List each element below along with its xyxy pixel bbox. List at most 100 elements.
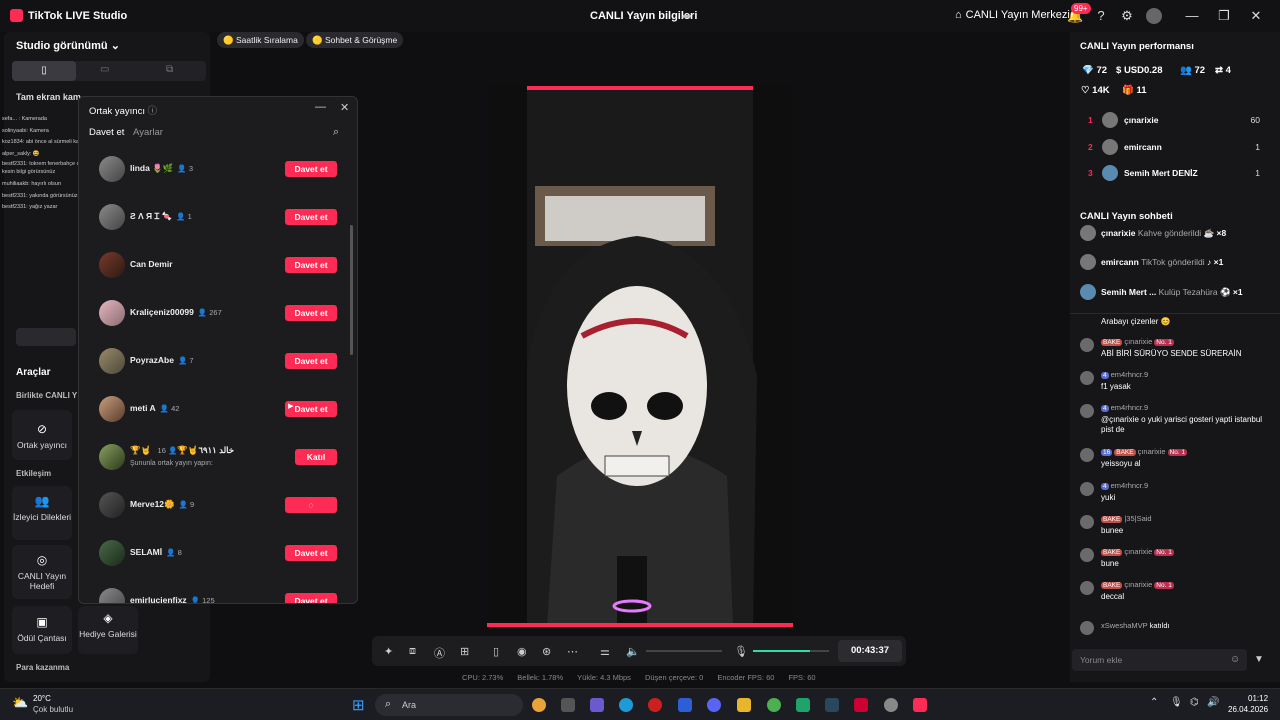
taskbar-search[interactable]: ⌕ Ara <box>375 694 523 716</box>
mic-tray-icon[interactable]: 🎙 <box>1170 697 1183 708</box>
effects-icon[interactable]: ⧈ <box>409 645 416 658</box>
message-user: 4 em4rhncr.9 <box>1101 370 1148 379</box>
minimize-icon[interactable]: — <box>1184 8 1200 24</box>
discord-icon[interactable] <box>707 698 721 712</box>
ranking-row[interactable]: 1 çınarixie 60 <box>1088 112 1260 128</box>
invite-button[interactable]: Davet et <box>285 209 337 225</box>
avatar <box>99 444 125 470</box>
co-host-tool[interactable]: ⊘ Ortak yayıncı <box>12 410 72 460</box>
fan-badge: BAKE <box>1101 582 1123 589</box>
encoder-fps-stat: Encoder FPS: 60 <box>717 673 775 682</box>
more-icon[interactable]: ⋯ <box>567 645 578 658</box>
close-icon[interactable]: ✕ <box>1248 8 1264 24</box>
invite-button[interactable]: Davet et <box>285 257 337 273</box>
maximize-icon[interactable]: ❐ <box>1216 8 1232 24</box>
whatsapp-icon[interactable] <box>796 698 810 712</box>
chrome-icon[interactable] <box>532 698 546 712</box>
volume-tray-icon[interactable]: 🔊 <box>1207 697 1219 708</box>
spinner-icon: ◌ <box>308 500 314 510</box>
mixer-icon[interactable]: ⚌ <box>600 645 610 658</box>
message-user: BAKE |35|Said <box>1101 514 1152 523</box>
ai-icon[interactable]: Ⓐ <box>434 645 445 661</box>
invite-button[interactable]: Davet et <box>285 305 337 321</box>
people-icon: 👥 <box>34 494 50 508</box>
portrait-mode-button[interactable]: ▯ <box>12 61 76 81</box>
hourly-ranking-label: Saatlik Sıralama <box>235 35 298 45</box>
share-icon[interactable]: ➦ <box>682 9 692 23</box>
filter-icon[interactable]: ▼ <box>1254 654 1264 665</box>
list-item: Kraliçeniz00099 👤 267 Davet et <box>99 298 339 328</box>
microphone-icon[interactable]: 🎙 <box>734 645 748 658</box>
mail-icon[interactable] <box>678 698 692 712</box>
avatar <box>1102 139 1118 155</box>
chat-meet-chip[interactable]: 🟡 Sohbet & Görüşme <box>306 32 404 48</box>
reward-bag-tool[interactable]: ▣ Ödül Çantası <box>12 606 72 654</box>
loading-button[interactable]: ◌ <box>285 497 337 513</box>
search-icon[interactable]: ⌕ <box>333 126 339 139</box>
invite-button[interactable]: Davet et <box>285 545 337 561</box>
studio-view-dropdown[interactable]: Studio görünümü ⌄ <box>16 39 120 52</box>
magic-wand-icon[interactable]: ✦ <box>384 645 393 658</box>
follower-count: 👤 9 <box>178 500 195 509</box>
minimize-dialog-icon[interactable]: — <box>315 101 326 113</box>
avatar <box>1080 581 1094 595</box>
windows-start-icon[interactable]: ⊞ <box>352 696 365 714</box>
add-source-icon[interactable]: ⊞ <box>460 645 469 658</box>
files-icon[interactable] <box>561 698 575 712</box>
fan-badge: BAKE <box>1101 549 1123 556</box>
chrome-alt-icon[interactable] <box>767 698 781 712</box>
ranking-row[interactable]: 2 emircann 1 <box>1088 139 1260 155</box>
gift-text: emircann TikTok gönderildi ♪ ×1 <box>1101 257 1223 267</box>
hourly-ranking-chip[interactable]: 🟡 Saatlik Sıralama <box>217 32 304 48</box>
info-icon[interactable]: ⓘ <box>148 106 158 117</box>
obs-icon[interactable] <box>884 698 898 712</box>
coffee-gift-icon: ☕ <box>1203 228 1215 238</box>
speaker-volume-slider[interactable] <box>646 650 722 652</box>
tab-invite[interactable]: Davet et <box>89 127 124 138</box>
edge-icon[interactable] <box>619 698 633 712</box>
gift-count: ×1 <box>1232 287 1243 297</box>
live-goal-tool[interactable]: ◎ CANLI Yayın Hedefi <box>12 545 72 599</box>
scrollbar[interactable] <box>350 225 353 355</box>
steam-icon[interactable] <box>825 698 839 712</box>
message-username: çınarixie <box>1124 547 1153 556</box>
speaker-icon[interactable]: 🔈 <box>626 645 640 658</box>
message-username: em4rhncr.9 <box>1110 403 1149 412</box>
chevron-up-icon[interactable]: ⌃ <box>1150 697 1158 708</box>
capture-icon[interactable]: ⊛ <box>542 645 551 658</box>
invite-button[interactable]: Davet et <box>285 593 337 603</box>
invite-button[interactable]: Davet et <box>285 353 337 369</box>
opera-icon[interactable] <box>648 698 662 712</box>
viewer-requests-tool[interactable]: 👥 İzleyici Dilekleri <box>12 486 72 540</box>
join-button[interactable]: Katıl <box>295 449 337 465</box>
avatar <box>1080 621 1094 635</box>
landscape-mode-icon[interactable]: ▭ <box>100 64 109 75</box>
avatar[interactable] <box>1146 8 1162 24</box>
record-icon[interactable]: ◉ <box>517 645 527 658</box>
invite-button[interactable]: Davet et <box>285 161 337 177</box>
message-text: yeissoyu al <box>1101 459 1141 468</box>
network-icon[interactable]: ⌬ <box>1190 697 1199 708</box>
folder-icon[interactable] <box>737 698 751 712</box>
live-center-link[interactable]: ⌂ CANLI Yayın Merkezi <box>955 9 1070 21</box>
message-username: xSweshaMVP <box>1101 621 1148 630</box>
mic-volume-slider[interactable] <box>753 650 829 652</box>
close-dialog-icon[interactable]: ✕ <box>340 101 349 114</box>
follower-count-value: 7 <box>189 356 194 365</box>
media-icon[interactable] <box>854 698 868 712</box>
gear-icon[interactable]: ⚙ <box>1119 8 1135 24</box>
help-icon[interactable]: ? <box>1093 8 1109 24</box>
phone-icon[interactable]: ▯ <box>493 645 499 658</box>
gift-gallery-tool[interactable]: ◈ Hediye Galerisi <box>78 606 138 654</box>
ranking-row[interactable]: 3 Semih Mert DENİZ 1 <box>1088 165 1260 181</box>
co-host-label: Ortak yayıncı <box>16 440 68 450</box>
emoji-icon[interactable]: ☺ <box>1230 654 1240 665</box>
comment-input[interactable]: Yorum ekle <box>1072 649 1247 671</box>
dual-mode-icon[interactable]: ⧉ <box>166 64 173 75</box>
tiktok-studio-icon[interactable] <box>913 698 927 712</box>
tab-settings[interactable]: Ayarlar <box>133 127 163 138</box>
user-name: Can Demir <box>130 259 173 269</box>
user-name-text: SELAMİ <box>130 547 163 557</box>
teams-icon[interactable] <box>590 698 604 712</box>
fan-badge: BAKE <box>1101 339 1123 346</box>
